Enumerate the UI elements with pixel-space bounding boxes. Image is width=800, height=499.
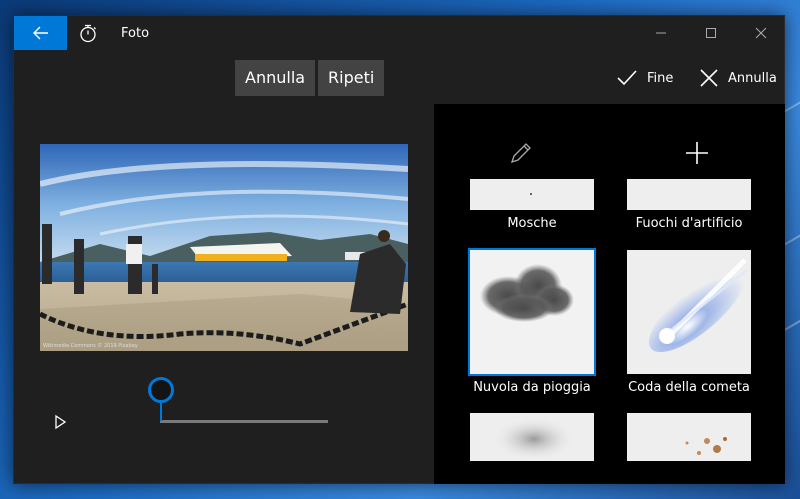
add-icon[interactable] — [684, 140, 710, 166]
title-bar: Foto — [14, 16, 784, 50]
minimize-icon — [656, 32, 666, 34]
effect-tile-fuochi[interactable] — [627, 179, 751, 210]
done-button[interactable]: Fine — [617, 66, 673, 90]
redo-button[interactable]: Ripeti — [318, 60, 385, 96]
checkmark-icon — [617, 70, 637, 86]
back-button[interactable] — [14, 16, 67, 50]
effect-label: Mosche — [507, 216, 557, 231]
pencil-icon[interactable] — [508, 140, 534, 166]
photo-image — [40, 144, 408, 351]
app-title: Foto — [121, 26, 150, 41]
photo-caption: Wikimedia Commons © 2019 Pixabay — [43, 343, 138, 349]
timeline-track[interactable] — [160, 420, 328, 423]
effect-label: Fuochi d'artificio — [635, 216, 743, 231]
undo-button[interactable]: Annulla — [235, 60, 316, 96]
play-icon[interactable] — [52, 414, 68, 430]
rain-cloud-image — [470, 250, 594, 374]
timeline-marker — [160, 400, 162, 421]
photos-app-window: Foto Annulla Ripeti Fine Annulla Wikimed… — [13, 15, 785, 484]
timer-icon[interactable] — [78, 23, 98, 43]
effects-panel: Mosche Fuochi d'artificio Nuvola da piog… — [434, 104, 785, 484]
timeline-thumb[interactable] — [148, 377, 174, 403]
done-label: Fine — [647, 70, 674, 86]
close-icon — [755, 27, 767, 39]
effect-tile-mosche[interactable] — [470, 179, 594, 210]
particles-image — [627, 413, 751, 461]
cancel-button[interactable]: Annulla — [700, 66, 777, 90]
fly-dot — [530, 193, 532, 195]
effect-label: Coda della cometa — [628, 380, 750, 395]
effect-tile-nuvola[interactable] — [468, 248, 596, 376]
effect-tile-row3-left[interactable] — [470, 413, 594, 461]
cancel-label: Annulla — [728, 70, 777, 86]
comet-tail-image — [627, 250, 751, 374]
maximize-button[interactable] — [686, 16, 736, 50]
close-icon — [700, 69, 718, 87]
close-window-button[interactable] — [736, 16, 786, 50]
photo-preview[interactable]: Wikimedia Commons © 2019 Pixabay — [40, 144, 408, 351]
smoke-image — [470, 413, 594, 461]
effect-tile-cometa[interactable] — [627, 250, 751, 374]
maximize-icon — [706, 28, 716, 38]
minimize-button[interactable] — [636, 16, 686, 50]
effect-tile-row3-right[interactable] — [627, 413, 751, 461]
effect-label: Nuvola da pioggia — [473, 380, 591, 395]
back-arrow-icon — [32, 26, 48, 40]
